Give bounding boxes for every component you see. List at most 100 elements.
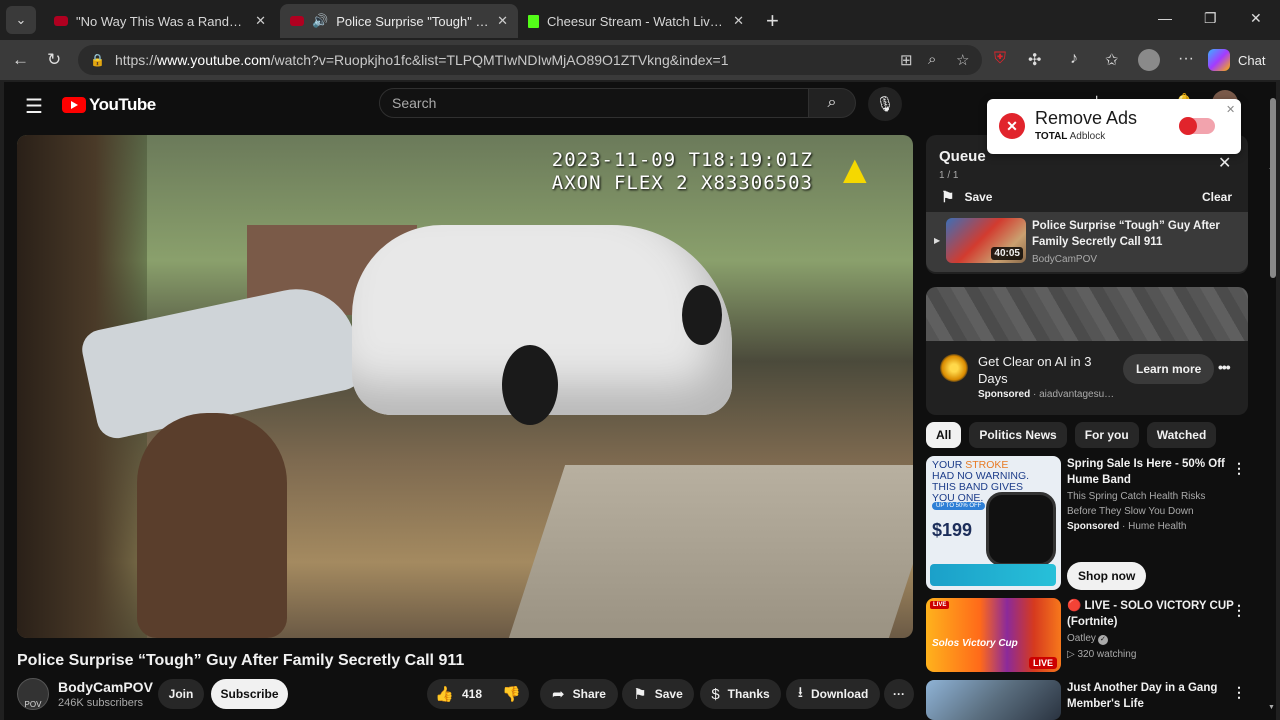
sponsored-ad-card[interactable]: Get Clear on AI in 3 Days Sponsored · ai… bbox=[926, 287, 1248, 415]
subscribe-label: Subscribe bbox=[220, 687, 279, 701]
refresh-button[interactable]: ↻ bbox=[47, 50, 61, 70]
recommendation-description: This Spring Catch Health Risks Before Th… bbox=[1067, 491, 1206, 517]
video-title: Police Surprise “Tough” Guy After Family… bbox=[17, 652, 465, 669]
scrollbar-thumb[interactable] bbox=[1270, 98, 1276, 278]
share-button[interactable]: ➦ Share bbox=[540, 679, 618, 709]
recommendation-thumbnail[interactable] bbox=[926, 680, 1061, 720]
scroll-down-arrow[interactable]: ▼ bbox=[1268, 704, 1275, 711]
queue-item-title[interactable]: Police Surprise “Tough” Guy After Family… bbox=[1032, 218, 1232, 250]
download-button[interactable]: ⭳ Download bbox=[786, 679, 880, 709]
now-playing-icon: ▶ bbox=[934, 236, 941, 245]
extensions-icon[interactable]: ✣ bbox=[1028, 50, 1041, 70]
adblock-extension-icon[interactable]: ⛨ bbox=[994, 50, 1006, 68]
close-popup-icon[interactable]: ✕ bbox=[1226, 103, 1235, 116]
favorite-star-icon[interactable]: ☆ bbox=[956, 51, 969, 69]
browser-tab-2-active[interactable]: 🔊 Police Surprise "Tough" Guy A ✕ bbox=[280, 4, 518, 38]
more-actions-button[interactable]: ··· bbox=[884, 679, 914, 709]
recommendation-thumbnail[interactable]: LIVE Solos Victory Cup LIVE bbox=[926, 598, 1061, 672]
channel-name[interactable]: BodyCamPOV bbox=[58, 679, 153, 695]
back-button[interactable]: ← bbox=[12, 50, 29, 70]
tab-title: "No Way This Was a Random Traffi bbox=[76, 13, 249, 29]
video-frame-white-car bbox=[352, 225, 732, 425]
kick-favicon-icon bbox=[528, 14, 539, 28]
speaker-icon[interactable]: 🔊 bbox=[312, 13, 328, 29]
close-queue-icon[interactable]: ✕ bbox=[1218, 153, 1231, 173]
app-available-icon[interactable]: ⊞ bbox=[900, 51, 913, 69]
youtube-favicon-icon bbox=[290, 16, 304, 26]
browser-tab-1[interactable]: "No Way This Was a Random Traffi ✕ bbox=[44, 4, 276, 38]
recommendation-title[interactable]: Spring Sale Is Here - 50% Off Hume Band bbox=[1067, 456, 1237, 488]
browser-tab-3[interactable]: Cheesur Stream - Watch Live on K ✕ bbox=[518, 4, 754, 38]
thanks-label: Thanks bbox=[727, 687, 770, 701]
fortnite-thumbnail-image: LIVE Solos Victory Cup LIVE bbox=[926, 598, 1061, 672]
close-tab-icon[interactable]: ✕ bbox=[249, 13, 266, 29]
close-tab-icon[interactable]: ✕ bbox=[491, 13, 508, 29]
chip-for-you[interactable]: For you bbox=[1074, 422, 1139, 448]
shop-now-button[interactable]: Shop now bbox=[1067, 562, 1147, 590]
car-wheel bbox=[502, 345, 558, 425]
thanks-button[interactable]: $ Thanks bbox=[700, 679, 781, 709]
save-to-playlist-button[interactable]: ⚑ Save bbox=[622, 679, 694, 709]
address-bar[interactable]: 🔒 https://www.youtube.com/watch?v=Ruopkj… bbox=[78, 45, 982, 75]
zoom-icon[interactable]: ⌕ bbox=[928, 51, 936, 68]
tab-actions-menu-button[interactable]: ⌄ bbox=[6, 6, 36, 34]
learn-more-button[interactable]: Learn more bbox=[1123, 354, 1215, 384]
thumbs-up-icon[interactable]: 👍 bbox=[435, 685, 454, 703]
recommendation-thumbnail[interactable]: YOUR STROKE HAD NO WARNING. THIS BAND GI… bbox=[926, 456, 1061, 590]
subscribe-button[interactable]: Subscribe bbox=[211, 679, 288, 709]
queue-clear-button[interactable]: Clear bbox=[1202, 190, 1232, 204]
live-badge: LIVE bbox=[1028, 657, 1057, 669]
close-tab-icon[interactable]: ✕ bbox=[727, 13, 744, 29]
channel-avatar[interactable]: POV bbox=[17, 678, 49, 710]
more-options-icon[interactable]: ··· bbox=[1178, 50, 1194, 68]
recommendation-title[interactable]: 🔴 LIVE - SOLO VICTORY CUP (Fortnite) bbox=[1067, 598, 1237, 630]
ad-more-options-icon[interactable]: ••• bbox=[1218, 359, 1231, 375]
remove-ads-toggle[interactable] bbox=[1179, 117, 1215, 135]
channel-name[interactable]: Oatley bbox=[1067, 633, 1096, 644]
verified-check-icon: ✓ bbox=[1097, 635, 1108, 645]
ad-title[interactable]: Get Clear on AI in 3 Days bbox=[978, 353, 1118, 387]
queue-item-thumbnail[interactable]: 40:05 bbox=[946, 218, 1026, 263]
recommendation-more-icon[interactable]: ⋮ bbox=[1232, 460, 1246, 477]
queue-save-button[interactable]: ⚑ Save bbox=[941, 188, 992, 206]
voice-search-button[interactable]: 🎙 bbox=[868, 87, 902, 121]
recommendation-title[interactable]: Just Another Day in a Gang Member's Life bbox=[1067, 680, 1237, 712]
hamburger-menu-icon[interactable]: ☰ bbox=[25, 94, 43, 119]
youtube-logo[interactable]: YouTube bbox=[62, 95, 156, 115]
new-tab-button[interactable]: + bbox=[766, 8, 779, 34]
join-button[interactable]: Join bbox=[158, 679, 204, 709]
ad-sponsor-line: Sponsored · aiadvantagesu… bbox=[978, 389, 1115, 400]
recommendation-item[interactable]: Just Another Day in a Gang Member's Life… bbox=[926, 680, 1256, 720]
minimize-button[interactable]: — bbox=[1158, 10, 1172, 26]
favorites-icon[interactable]: ✩ bbox=[1105, 50, 1118, 70]
queue-item[interactable]: ▶ 40:05 Police Surprise “Tough” Guy Afte… bbox=[926, 212, 1248, 272]
axon-warning-icon: ▲ bbox=[835, 148, 875, 192]
advertiser-name: aiadvantagesu… bbox=[1039, 389, 1115, 400]
adblock-brand-bold: TOTAL bbox=[1035, 131, 1068, 142]
search-button[interactable]: ⌕ bbox=[808, 88, 856, 118]
video-player[interactable]: 2023-11-09 T18:19:01Z AXON FLEX 2 X83306… bbox=[17, 135, 913, 638]
restore-button[interactable]: ❐ bbox=[1204, 10, 1217, 27]
recommendation-more-icon[interactable]: ⋮ bbox=[1232, 602, 1246, 619]
search-input[interactable]: Search bbox=[379, 88, 809, 118]
copilot-chat-button[interactable]: Chat bbox=[1208, 46, 1265, 74]
download-label: Download bbox=[810, 687, 869, 701]
chip-politics-news[interactable]: Politics News bbox=[969, 422, 1067, 448]
like-count[interactable]: 418 bbox=[462, 687, 482, 701]
browser-essentials-icon[interactable]: ♪ bbox=[1070, 50, 1078, 68]
recommendation-more-icon[interactable]: ⋮ bbox=[1232, 684, 1246, 701]
video-frame-person bbox=[137, 413, 287, 638]
hume-band-ad-image: YOUR STROKE HAD NO WARNING. THIS BAND GI… bbox=[926, 456, 1061, 590]
bodycam-device-id: AXON FLEX 2 X83306503 bbox=[551, 172, 813, 194]
lock-icon[interactable]: 🔒 bbox=[90, 53, 105, 67]
adblock-logo-icon: ✕ bbox=[999, 113, 1025, 139]
chip-all[interactable]: All bbox=[926, 422, 962, 448]
recommendation-item[interactable]: LIVE Solos Victory Cup LIVE 🔴 LIVE - SOL… bbox=[926, 598, 1256, 674]
thumbs-down-icon[interactable]: 👎 bbox=[502, 685, 521, 703]
fitness-band-image bbox=[986, 492, 1056, 566]
chip-watched[interactable]: Watched bbox=[1146, 422, 1217, 448]
close-window-button[interactable]: ✕ bbox=[1250, 10, 1262, 27]
super-thanks-icon: $ bbox=[711, 685, 720, 703]
recommendation-item[interactable]: YOUR STROKE HAD NO WARNING. THIS BAND GI… bbox=[926, 456, 1256, 596]
profile-avatar[interactable] bbox=[1138, 49, 1160, 71]
